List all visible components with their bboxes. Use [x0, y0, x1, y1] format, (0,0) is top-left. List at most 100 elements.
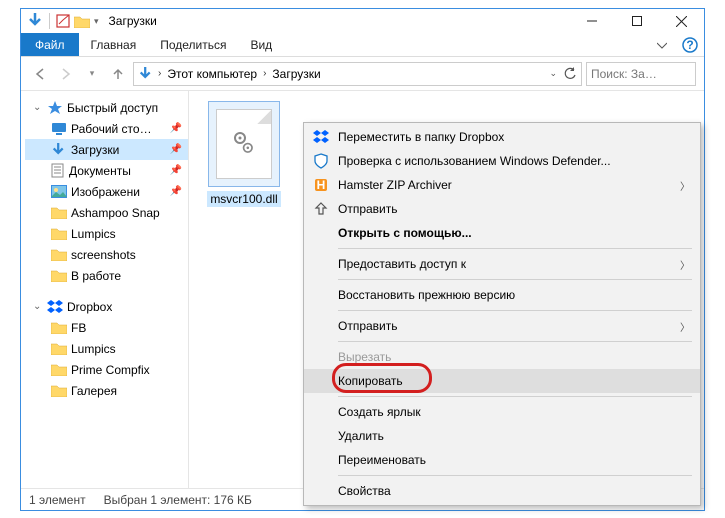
- nav-recent-dropdown[interactable]: ▾: [81, 63, 103, 85]
- pin-icon: 📌: [170, 186, 182, 197]
- folder-icon: [51, 227, 67, 240]
- sidebar-item[interactable]: Lumpics: [25, 338, 188, 359]
- qat-down-icon[interactable]: [27, 13, 43, 29]
- context-menu-item[interactable]: Проверка с использованием Windows Defend…: [304, 149, 700, 173]
- window-title: Загрузки: [109, 14, 157, 28]
- folder-icon: [51, 269, 67, 282]
- context-menu: Переместить в папку Dropbox Проверка с ис…: [303, 122, 701, 506]
- search-input[interactable]: Поиск: За…: [586, 62, 696, 86]
- sidebar-item[interactable]: screenshots: [25, 244, 188, 265]
- dropbox-icon: [47, 300, 63, 314]
- context-menu-label: Переместить в папку Dropbox: [338, 130, 690, 144]
- context-menu-item[interactable]: Создать ярлык: [304, 400, 700, 424]
- sidebar-item[interactable]: Рабочий сто… 📌: [25, 118, 188, 139]
- sidebar-item[interactable]: Документы 📌: [25, 160, 188, 181]
- qat-properties-icon[interactable]: [56, 14, 70, 28]
- sidebar-item-label: Prime Compfix: [71, 363, 150, 377]
- address-dropdown-icon[interactable]: ⌄: [549, 68, 557, 79]
- nav-bar: ▾ › Этот компьютер › Загрузки ⌄ Поиск: З…: [21, 57, 704, 91]
- sidebar-item-label: FB: [71, 321, 86, 335]
- pin-icon: 📌: [170, 144, 182, 155]
- context-menu-label: Отправить: [338, 319, 672, 333]
- context-menu-item[interactable]: H Hamster ZIP Archiver 〉: [304, 173, 700, 197]
- sidebar-item[interactable]: Галерея: [25, 380, 188, 401]
- nav-up-button[interactable]: [107, 63, 129, 85]
- context-menu-item[interactable]: Свойства: [304, 479, 700, 503]
- minimize-button[interactable]: [569, 9, 614, 33]
- dropbox-icon: [312, 130, 330, 144]
- context-menu-label: Отправить: [338, 202, 690, 216]
- sidebar-item-label: Рабочий сто…: [71, 122, 152, 136]
- context-menu-label: Hamster ZIP Archiver: [338, 178, 672, 192]
- pin-icon: 📌: [170, 123, 182, 134]
- file-name: msvcr100.dll: [207, 191, 280, 207]
- sidebar-item-label: screenshots: [71, 248, 136, 262]
- qat-newfolder-icon[interactable]: [74, 15, 90, 28]
- downloads-location-icon: [138, 67, 154, 81]
- close-button[interactable]: [659, 9, 704, 33]
- pin-icon: 📌: [170, 165, 182, 176]
- context-menu-label: Создать ярлык: [338, 405, 690, 419]
- context-menu-item[interactable]: Открыть с помощью...: [304, 221, 700, 245]
- context-menu-item[interactable]: Копировать: [304, 369, 700, 393]
- chevron-right-icon[interactable]: ›: [263, 68, 266, 79]
- sidebar-item[interactable]: Prime Compfix: [25, 359, 188, 380]
- context-menu-label: Копировать: [338, 374, 690, 388]
- context-menu-label: Свойства: [338, 484, 690, 498]
- chevron-right-icon: 〉: [680, 257, 690, 272]
- hamster-icon: H: [312, 177, 330, 193]
- sidebar-item[interactable]: Ashampoo Snap: [25, 202, 188, 223]
- context-menu-item[interactable]: Удалить: [304, 424, 700, 448]
- nav-back-button[interactable]: [29, 63, 51, 85]
- gears-icon: [229, 129, 259, 159]
- context-menu-label: Восстановить прежнюю версию: [338, 288, 690, 302]
- sidebar-item-label: Документы: [69, 164, 131, 178]
- folder-icon: [51, 321, 67, 334]
- context-menu-item[interactable]: Восстановить прежнюю версию: [304, 283, 700, 307]
- ribbon-tab-home[interactable]: Главная: [79, 33, 149, 56]
- chevron-right-icon: 〉: [680, 319, 690, 334]
- downloads-icon: [51, 143, 67, 157]
- chevron-right-icon: 〉: [680, 178, 690, 193]
- chevron-right-icon[interactable]: ›: [158, 68, 161, 79]
- nav-forward-button[interactable]: [55, 63, 77, 85]
- sidebar-item[interactable]: Загрузки📌: [25, 139, 188, 160]
- sidebar-item[interactable]: FB: [25, 317, 188, 338]
- tree-quick-access[interactable]: ⌄ Быстрый доступ: [25, 97, 188, 118]
- sidebar-item[interactable]: Изображени 📌: [25, 181, 188, 202]
- qat-dropdown-icon[interactable]: ▾: [94, 16, 99, 27]
- tree-dropbox[interactable]: ⌄ Dropbox: [25, 296, 188, 317]
- chevron-down-icon[interactable]: ⌄: [33, 102, 43, 113]
- file-thumbnail: [208, 101, 280, 187]
- breadcrumb-this-pc[interactable]: Этот компьютер: [163, 67, 261, 81]
- context-menu-item[interactable]: Переместить в папку Dropbox: [304, 125, 700, 149]
- context-menu-item[interactable]: Отправить: [304, 197, 700, 221]
- context-menu-item[interactable]: Отправить 〉: [304, 314, 700, 338]
- sidebar-item[interactable]: В работе: [25, 265, 188, 286]
- ribbon-tab-view[interactable]: Вид: [238, 33, 284, 56]
- ribbon-tab-share[interactable]: Поделиться: [148, 33, 238, 56]
- ribbon-file-tab[interactable]: Файл: [21, 33, 79, 56]
- maximize-button[interactable]: [614, 9, 659, 33]
- context-menu-item: Вырезать: [304, 345, 700, 369]
- help-icon[interactable]: ?: [676, 33, 704, 56]
- ribbon-expand-icon[interactable]: [648, 33, 676, 56]
- sidebar-item[interactable]: Lumpics: [25, 223, 188, 244]
- chevron-down-icon[interactable]: ⌄: [33, 301, 43, 312]
- file-item[interactable]: msvcr100.dll: [199, 101, 289, 207]
- documents-icon: [51, 163, 65, 178]
- folder-icon: [51, 248, 67, 261]
- status-selection: Выбран 1 элемент: 176 КБ: [104, 493, 252, 507]
- star-icon: [47, 100, 63, 116]
- address-bar[interactable]: › Этот компьютер › Загрузки ⌄: [133, 62, 582, 86]
- context-menu-item[interactable]: Переименовать: [304, 448, 700, 472]
- refresh-icon[interactable]: [563, 67, 577, 81]
- share-icon: [312, 201, 330, 217]
- sidebar-item-label: Изображени: [71, 185, 140, 199]
- breadcrumb-downloads[interactable]: Загрузки: [268, 67, 324, 81]
- context-menu-label: Предоставить доступ к: [338, 257, 672, 271]
- context-menu-item[interactable]: Предоставить доступ к 〉: [304, 252, 700, 276]
- ribbon: Файл Главная Поделиться Вид ?: [21, 33, 704, 57]
- status-item-count: 1 элемент: [29, 493, 86, 507]
- context-menu-label: Переименовать: [338, 453, 690, 467]
